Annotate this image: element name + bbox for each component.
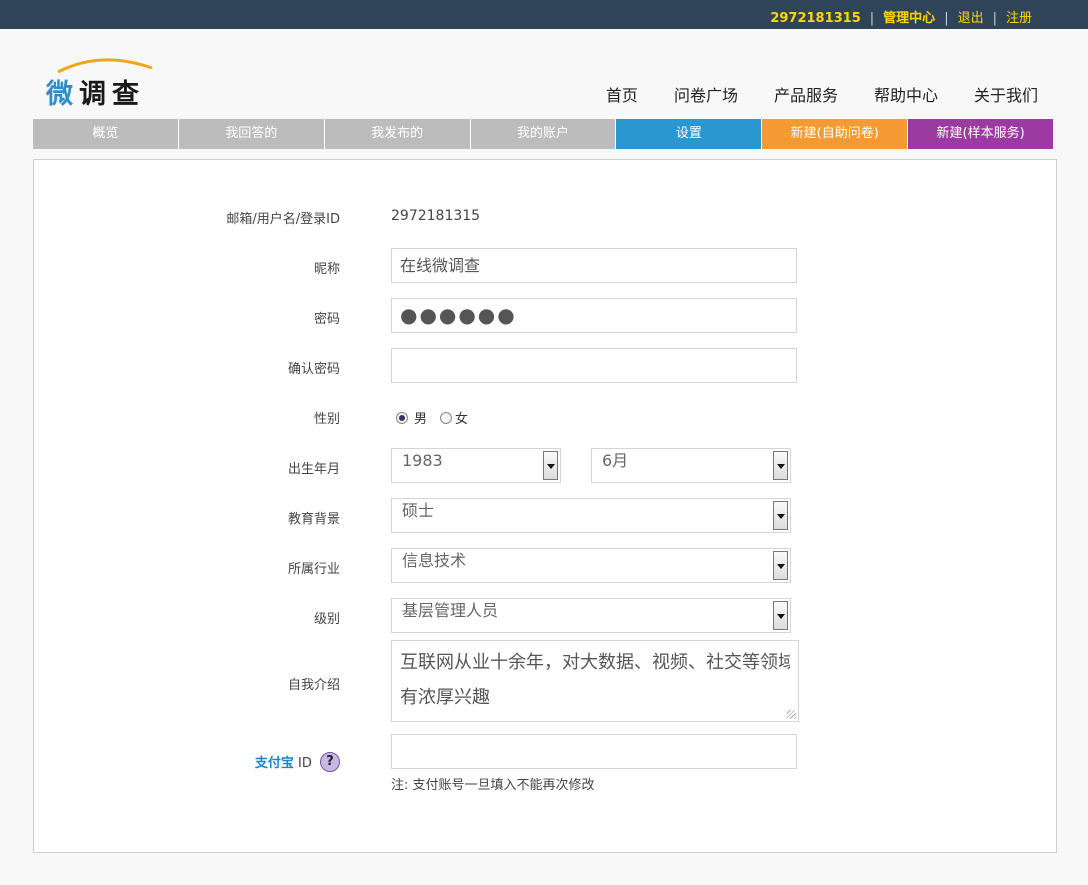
admin-center-link[interactable]: 管理中心 xyxy=(883,11,935,26)
tab-new-sample-service[interactable]: 新建(样本服务) xyxy=(908,119,1054,149)
login-id-value: 2972181315 xyxy=(391,208,481,224)
nickname-label: 昵称 xyxy=(313,262,340,277)
gender-female-label: 女 xyxy=(455,412,469,427)
education-label: 教育背景 xyxy=(287,512,340,527)
gender-male-label: 男 xyxy=(414,412,428,427)
gender-label: 性别 xyxy=(313,412,340,427)
logo-char-wei: 微 xyxy=(46,79,79,110)
dropdown-arrow-icon[interactable] xyxy=(773,451,788,480)
birth-label: 出生年月 xyxy=(287,462,340,477)
dropdown-arrow-icon[interactable] xyxy=(773,501,788,530)
tab-overview[interactable]: 概览 xyxy=(33,119,179,149)
top-links: 2972181315 | 管理中心 | 退出 | 注册 xyxy=(770,7,1032,26)
birth-year-value: 1983 xyxy=(402,451,443,470)
nav-home[interactable]: 首页 xyxy=(606,86,638,105)
settings-panel: 邮箱/用户名/登录ID 2972181315 昵称 在线微调查 密码 ●●●●●… xyxy=(33,159,1057,853)
birth-year-select[interactable]: 1983 xyxy=(391,448,561,483)
birth-month-value: 6月 xyxy=(602,451,629,470)
logo[interactable]: 微调查 xyxy=(46,54,166,110)
tab-new-self-survey[interactable]: 新建(自助问卷) xyxy=(762,119,909,149)
tab-published[interactable]: 我发布的 xyxy=(324,119,471,149)
resize-grip-icon[interactable] xyxy=(787,710,796,719)
main-nav: 首页 问卷广场 产品服务 帮助中心 关于我们 xyxy=(570,82,1038,106)
nav-help[interactable]: 帮助中心 xyxy=(874,86,938,105)
dropdown-arrow-icon[interactable] xyxy=(773,551,788,580)
confirm-password-label: 确认密码 xyxy=(287,362,340,377)
intro-textarea[interactable]: 互联网从业十余年，对大数据、视频、社交等领域 有浓厚兴趣 xyxy=(391,640,799,722)
confirm-password-input[interactable] xyxy=(391,348,797,383)
education-select[interactable]: 硕士 xyxy=(391,498,791,533)
gender-male-radio[interactable]: 男 xyxy=(396,408,427,427)
alipay-id-input[interactable] xyxy=(391,734,797,769)
level-value: 基层管理人员 xyxy=(402,601,499,620)
top-bar: 2972181315 | 管理中心 | 退出 | 注册 xyxy=(0,0,1088,29)
intro-label: 自我介绍 xyxy=(287,678,340,693)
industry-select[interactable]: 信息技术 xyxy=(391,548,791,583)
alipay-label: 支付宝 ID ? xyxy=(255,752,340,772)
logo-arc xyxy=(57,58,153,74)
nav-about[interactable]: 关于我们 xyxy=(974,86,1038,105)
login-id-label: 邮箱/用户名/登录ID xyxy=(226,212,340,227)
separator: | xyxy=(944,11,949,26)
level-label: 级别 xyxy=(313,612,340,627)
tab-account[interactable]: 我的账户 xyxy=(470,119,617,149)
birth-month-select[interactable]: 6月 xyxy=(591,448,791,483)
register-link[interactable]: 注册 xyxy=(1006,11,1032,26)
user-id[interactable]: 2972181315 xyxy=(770,11,860,26)
intro-line-1: 互联网从业十余年，对大数据、视频、社交等领域 xyxy=(400,652,790,673)
dropdown-arrow-icon[interactable] xyxy=(773,601,788,630)
dropdown-arrow-icon[interactable] xyxy=(543,451,558,480)
alipay-id-suffix: ID xyxy=(298,756,312,771)
nickname-input[interactable]: 在线微调查 xyxy=(391,248,797,283)
industry-value: 信息技术 xyxy=(402,551,467,570)
nav-survey-plaza[interactable]: 问卷广场 xyxy=(674,86,738,105)
level-select[interactable]: 基层管理人员 xyxy=(391,598,791,633)
tab-settings[interactable]: 设置 xyxy=(616,119,763,149)
gender-female-radio[interactable]: 女 xyxy=(440,408,468,427)
radio-checked-icon[interactable] xyxy=(396,412,408,424)
industry-label: 所属行业 xyxy=(287,562,340,577)
password-input[interactable]: ●●●●●● xyxy=(391,298,797,333)
logout-link[interactable]: 退出 xyxy=(958,11,984,26)
password-label: 密码 xyxy=(313,312,340,327)
intro-line-2: 有浓厚兴趣 xyxy=(400,687,490,708)
radio-unchecked-icon[interactable] xyxy=(440,412,452,424)
education-value: 硕士 xyxy=(402,501,435,520)
logo-char-rest: 调查 xyxy=(79,79,145,110)
help-icon[interactable]: ? xyxy=(320,752,340,772)
alipay-link[interactable]: 支付宝 xyxy=(255,756,294,771)
nav-products[interactable]: 产品服务 xyxy=(774,86,838,105)
separator: | xyxy=(869,11,875,26)
account-tabs: 概览 我回答的 我发布的 我的账户 设置 新建(自助问卷) 新建(样本服务) xyxy=(33,119,1054,149)
separator: | xyxy=(992,11,997,26)
tab-answered[interactable]: 我回答的 xyxy=(178,119,325,149)
alipay-note: 注: 支付账号一旦填入不能再次修改 xyxy=(391,778,595,793)
